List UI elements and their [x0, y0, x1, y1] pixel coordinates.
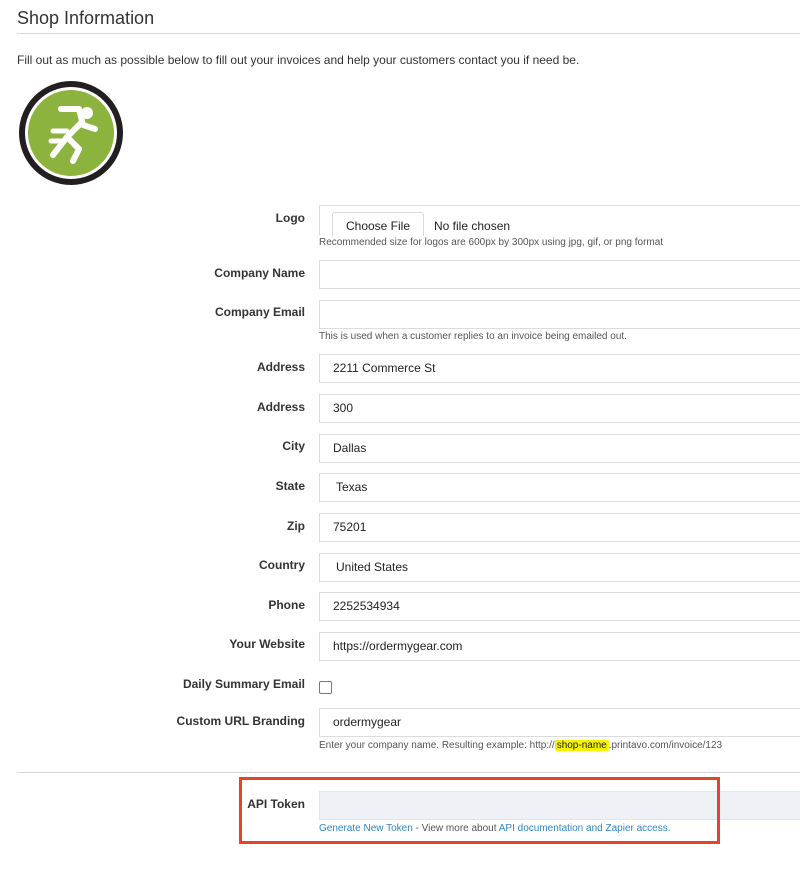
- title-divider: [17, 33, 800, 34]
- section-divider: [17, 772, 800, 773]
- shop-name-highlight: shop-name: [554, 740, 609, 751]
- website-label: Your Website: [229, 637, 305, 651]
- custom-url-help-suffix: .printavo.com/invoice/123: [608, 740, 723, 751]
- address-2-label: Address: [256, 400, 305, 414]
- website-input[interactable]: https://ordermygear.com: [319, 632, 800, 661]
- company-email-label: Company Email: [214, 305, 305, 319]
- intro-text: Fill out as much as possible below to fi…: [17, 53, 580, 67]
- city-input[interactable]: Dallas: [319, 434, 800, 463]
- company-email-input[interactable]: [319, 300, 800, 329]
- logo-label: Logo: [275, 211, 305, 225]
- logo-help-text: Recommended size for logos are 600px by …: [319, 237, 664, 248]
- shop-information-page: Shop Information Fill out as much as pos…: [0, 0, 800, 870]
- zip-input[interactable]: 75201: [319, 513, 800, 542]
- zip-label: Zip: [287, 519, 305, 533]
- address-label: Address: [256, 360, 305, 374]
- state-select[interactable]: Texas: [319, 473, 800, 502]
- custom-url-input[interactable]: ordermygear: [319, 708, 800, 737]
- phone-input[interactable]: 2252534934: [319, 592, 800, 621]
- company-name-label: Company Name: [214, 266, 305, 280]
- company-name-input[interactable]: [319, 260, 800, 289]
- company-email-help-text: This is used when a customer replies to …: [319, 331, 627, 342]
- annotation-highlight-box: [239, 777, 720, 844]
- state-label: State: [275, 479, 305, 493]
- daily-summary-checkbox[interactable]: [319, 681, 332, 694]
- runner-logo-icon: [19, 81, 123, 185]
- country-label: Country: [259, 558, 305, 572]
- file-status-text: No file chosen: [434, 219, 511, 233]
- phone-label: Phone: [268, 598, 305, 612]
- choose-file-button[interactable]: Choose File: [332, 212, 424, 236]
- city-label: City: [282, 439, 305, 453]
- daily-summary-label: Daily Summary Email: [182, 677, 305, 691]
- address-2-input[interactable]: 300: [319, 394, 800, 423]
- page-title: Shop Information: [17, 8, 155, 28]
- custom-url-help-text: Enter your company name. Resulting examp…: [319, 740, 722, 751]
- country-select[interactable]: United States: [319, 553, 800, 582]
- address-input[interactable]: 2211 Commerce St: [319, 354, 800, 383]
- custom-url-label: Custom URL Branding: [176, 714, 305, 728]
- custom-url-help-prefix: Enter your company name. Resulting examp…: [319, 740, 555, 751]
